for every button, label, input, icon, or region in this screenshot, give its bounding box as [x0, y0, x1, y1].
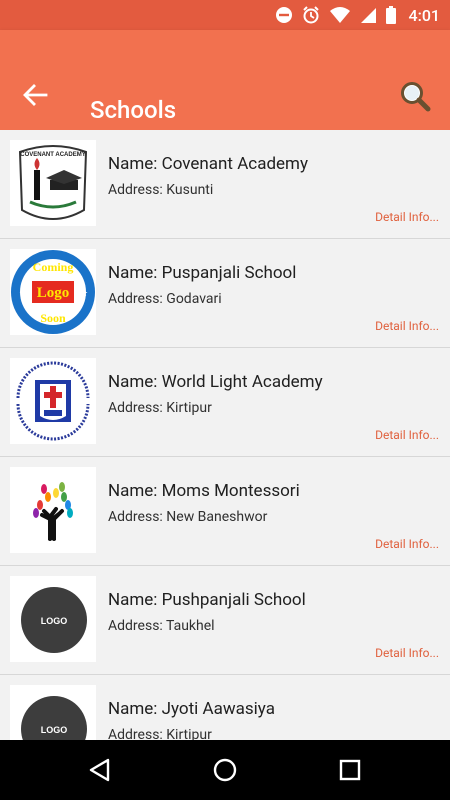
- status-bar: 4:01: [0, 0, 450, 30]
- page-title: Schools: [90, 96, 177, 124]
- school-address: Address: Kirtipur: [108, 727, 212, 740]
- school-address: Address: Taukhel: [108, 618, 215, 634]
- navigation-bar: [0, 740, 450, 800]
- detail-info-link[interactable]: Detail Info...: [375, 646, 439, 660]
- school-name: Name: World Light Academy: [108, 372, 323, 392]
- status-icons: 4:01: [275, 0, 441, 30]
- school-address: Address: Kirtipur: [108, 400, 212, 416]
- wifi-icon: [329, 7, 350, 23]
- school-logo-coming-soon: Logo Coming Soon ★ ★: [10, 249, 96, 335]
- school-address: Address: Kusunti: [108, 182, 214, 198]
- svg-text:★: ★: [80, 289, 88, 299]
- school-name: Name: Puspanjali School: [108, 263, 297, 283]
- detail-info-link[interactable]: Detail Info...: [375, 319, 439, 333]
- coming-soon-top-text: Coming: [33, 260, 74, 274]
- school-name: Name: Pushpanjali School: [108, 590, 306, 610]
- school-name: Name: Covenant Academy: [108, 154, 308, 174]
- detail-info-link[interactable]: Detail Info...: [375, 210, 439, 224]
- school-item[interactable]: COVENANT ACADEMY Name: Covenant Academy …: [0, 130, 450, 239]
- app-bar: Schools: [0, 30, 450, 130]
- recents-square-icon[interactable]: [336, 756, 364, 784]
- back-triangle-icon[interactable]: [86, 756, 114, 784]
- do-not-disturb-icon: [275, 7, 292, 23]
- svg-text:★: ★: [19, 289, 27, 299]
- battery-icon: [385, 6, 396, 24]
- signal-icon: [360, 8, 376, 23]
- clock: 4:01: [408, 5, 441, 25]
- detail-info-link[interactable]: Detail Info...: [375, 428, 439, 442]
- school-name: Name: Jyoti Aawasiya: [108, 699, 275, 719]
- school-logo-world-light: [10, 358, 96, 444]
- school-item[interactable]: LOGO Name: Pushpanjali School Address: T…: [0, 566, 450, 675]
- school-address: Address: Godavari: [108, 291, 222, 307]
- school-logo-placeholder: LOGO: [10, 576, 96, 662]
- school-item[interactable]: Logo Coming Soon ★ ★ Name: Puspanjali Sc…: [0, 239, 450, 348]
- home-circle-icon[interactable]: [211, 756, 239, 784]
- school-logo-placeholder: LOGO: [10, 685, 96, 740]
- school-name: Name: Moms Montessori: [108, 481, 300, 501]
- search-icon[interactable]: [398, 80, 432, 114]
- placeholder-logo-text: LOGO: [41, 725, 68, 735]
- school-list: COVENANT ACADEMY Name: Covenant Academy …: [0, 130, 450, 740]
- coming-soon-mid-text: Logo: [37, 285, 70, 301]
- back-arrow-icon[interactable]: [22, 82, 48, 108]
- school-item[interactable]: LOGO Name: Jyoti Aawasiya Address: Kirti…: [0, 675, 450, 740]
- school-item[interactable]: Name: Moms Montessori Address: New Banes…: [0, 457, 450, 566]
- alarm-icon: [302, 6, 319, 24]
- placeholder-logo-text: LOGO: [41, 616, 68, 626]
- school-address: Address: New Baneshwor: [108, 509, 268, 525]
- school-logo-covenant: COVENANT ACADEMY: [10, 140, 96, 226]
- covenant-logo-text: COVENANT ACADEMY: [20, 152, 85, 158]
- school-logo-moms-montessori: [10, 467, 96, 553]
- coming-soon-bottom-text: Soon: [40, 311, 66, 325]
- school-item[interactable]: Name: World Light Academy Address: Kirti…: [0, 348, 450, 457]
- detail-info-link[interactable]: Detail Info...: [375, 537, 439, 551]
